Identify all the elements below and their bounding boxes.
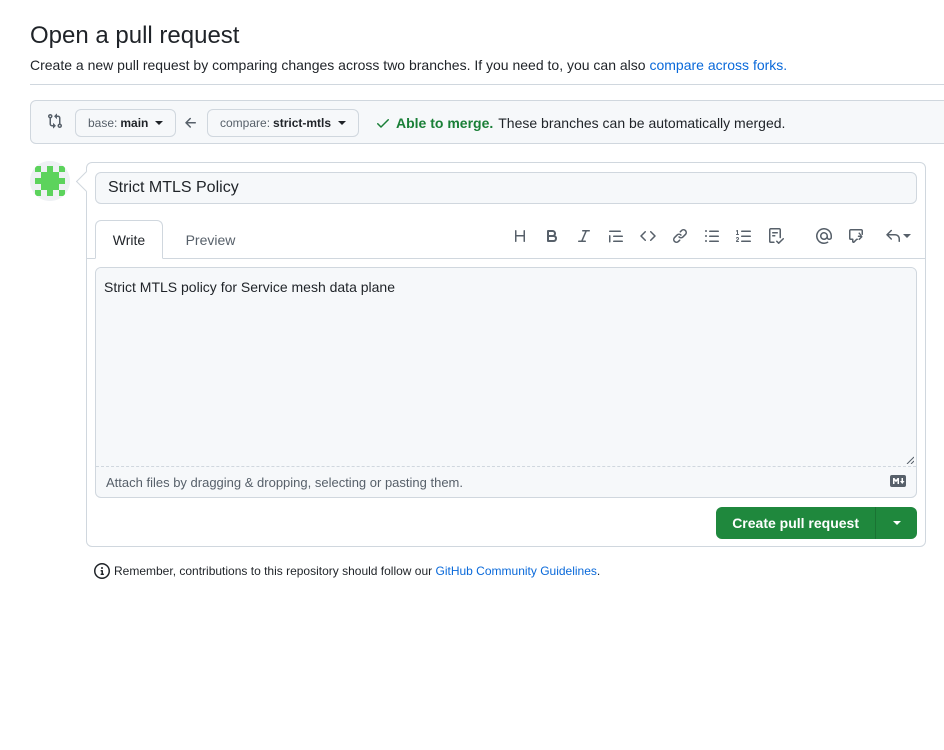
link-icon[interactable] bbox=[669, 225, 691, 247]
markdown-icon[interactable] bbox=[890, 475, 906, 487]
tab-write[interactable]: Write bbox=[95, 220, 163, 259]
chevron-down-icon bbox=[892, 521, 901, 525]
chevron-down-icon bbox=[155, 121, 164, 125]
compare-branch-label: compare: bbox=[220, 116, 271, 130]
guidelines-text: Remember, contributions to this reposito… bbox=[114, 564, 433, 578]
info-icon bbox=[94, 563, 110, 579]
create-pull-request-button[interactable]: Create pull request bbox=[716, 507, 877, 539]
check-icon bbox=[377, 119, 389, 128]
pr-body-textarea[interactable]: Strict MTLS policy for Service mesh data… bbox=[96, 268, 916, 467]
reply-icon[interactable] bbox=[881, 225, 915, 247]
page-title: Open a pull request bbox=[30, 22, 240, 49]
tasklist-icon[interactable] bbox=[765, 225, 787, 247]
tab-preview[interactable]: Preview bbox=[173, 220, 248, 259]
ordered-list-icon[interactable] bbox=[733, 225, 755, 247]
code-icon[interactable] bbox=[637, 225, 659, 247]
merge-status-label: Able to merge. bbox=[396, 115, 494, 131]
attach-files-text: Attach files by dragging & dropping, sel… bbox=[106, 474, 463, 490]
identicon-icon bbox=[30, 161, 70, 201]
attach-files-bar[interactable]: Attach files by dragging & dropping, sel… bbox=[96, 466, 916, 497]
mention-icon[interactable] bbox=[813, 225, 835, 247]
branch-compare-bar: base: main compare: strict-mtls Able to … bbox=[30, 100, 944, 144]
pull-request-form: Write Preview bbox=[86, 162, 926, 547]
quote-icon[interactable] bbox=[605, 225, 627, 247]
pr-body-editor: Strict MTLS policy for Service mesh data… bbox=[95, 267, 917, 498]
subtitle-text: Create a new pull request by comparing c… bbox=[30, 57, 646, 73]
create-options-dropdown[interactable] bbox=[876, 507, 917, 539]
unordered-list-icon[interactable] bbox=[701, 225, 723, 247]
arrow-left-icon bbox=[185, 117, 196, 128]
chevron-down-icon bbox=[903, 234, 911, 238]
header-divider bbox=[30, 84, 944, 85]
heading-icon[interactable] bbox=[509, 225, 531, 247]
chevron-down-icon bbox=[338, 121, 347, 125]
base-branch-value: main bbox=[120, 116, 149, 130]
guidelines-end: . bbox=[596, 564, 601, 578]
git-compare-icon bbox=[48, 113, 63, 129]
create-pull-request-group: Create pull request bbox=[716, 507, 917, 539]
compare-branch-value: strict-mtls bbox=[273, 116, 332, 130]
compare-across-forks-link[interactable]: compare across forks. bbox=[649, 57, 787, 73]
bold-icon[interactable] bbox=[541, 225, 563, 247]
italic-icon[interactable] bbox=[573, 225, 595, 247]
pr-title-input[interactable] bbox=[95, 172, 917, 204]
community-guidelines-link[interactable]: GitHub Community Guidelines bbox=[436, 564, 597, 578]
guidelines-note: Remember, contributions to this reposito… bbox=[94, 563, 600, 579]
merge-status-message: These branches can be automatically merg… bbox=[498, 115, 786, 131]
avatar[interactable] bbox=[30, 161, 70, 201]
cross-reference-icon[interactable] bbox=[845, 225, 867, 247]
page-subtitle: Create a new pull request by comparing c… bbox=[30, 57, 787, 73]
compare-branch-button[interactable]: compare: strict-mtls bbox=[207, 109, 360, 137]
merge-status: Able to merge. These branches can be aut… bbox=[375, 115, 785, 131]
base-branch-button[interactable]: base: main bbox=[75, 109, 177, 137]
base-branch-label: base: bbox=[88, 116, 118, 130]
resize-handle-icon[interactable] bbox=[906, 456, 914, 464]
